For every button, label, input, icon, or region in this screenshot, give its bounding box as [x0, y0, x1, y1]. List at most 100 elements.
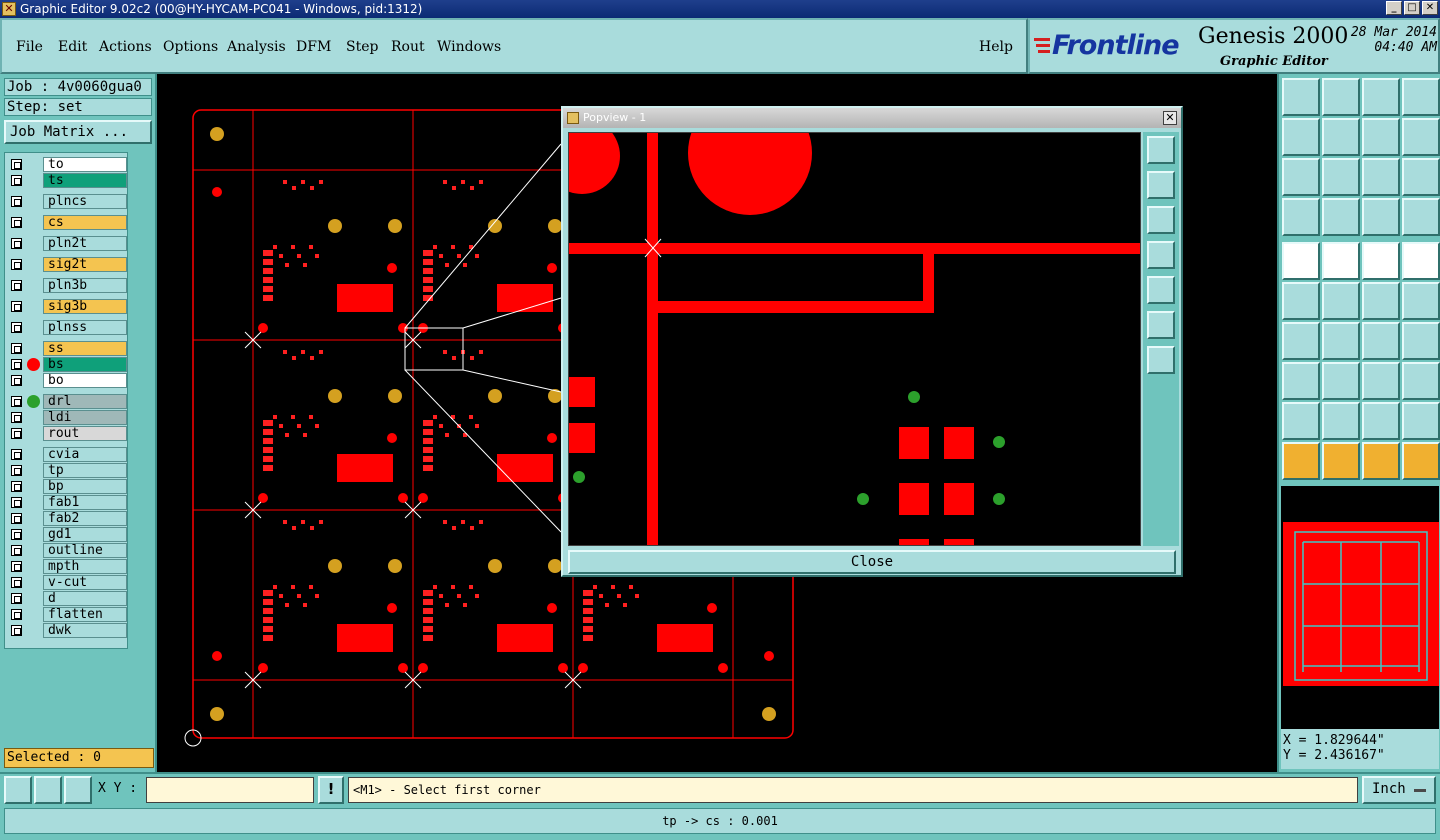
layer-checkbox[interactable]	[11, 449, 22, 460]
grid-mode-icon[interactable]	[64, 776, 92, 804]
menu-analysis[interactable]: Analysis	[227, 39, 286, 55]
layer-row-cvia[interactable]: cvia	[7, 447, 127, 462]
triangle-icon[interactable]	[1282, 402, 1320, 440]
popview-pan-down-icon[interactable]	[1147, 206, 1175, 234]
layer-checkbox[interactable]	[11, 301, 22, 312]
menu-dfm[interactable]: DFM	[296, 39, 331, 55]
layer-row-fab1[interactable]: fab1	[7, 495, 127, 510]
angle-icon[interactable]	[1282, 322, 1320, 360]
shape-icon[interactable]	[1402, 362, 1440, 400]
popview-zoom-fit-icon[interactable]	[1147, 136, 1175, 164]
layer-checkbox[interactable]	[11, 513, 22, 524]
layer-row-d[interactable]: d	[7, 591, 127, 606]
settings-icon[interactable]	[1282, 198, 1320, 236]
triangle-cross-icon[interactable]	[1402, 402, 1440, 440]
fit-icon[interactable]	[1282, 158, 1320, 196]
layer-checkbox[interactable]	[11, 396, 22, 407]
zoom-home-icon[interactable]	[1282, 78, 1320, 116]
xy-input[interactable]	[146, 777, 314, 803]
layer-checkbox[interactable]	[11, 217, 22, 228]
popview-viewport[interactable]	[544, 91, 1141, 546]
popview-pan-left-icon[interactable]	[1147, 241, 1175, 269]
layer-checkbox[interactable]	[11, 545, 22, 556]
layer-row-ts[interactable]: ts	[7, 173, 127, 188]
connect-icon[interactable]	[1282, 282, 1320, 320]
line-icon[interactable]	[1322, 322, 1360, 360]
layer-row-plncs[interactable]: plncs	[7, 194, 127, 209]
pointer-box-icon[interactable]	[1322, 442, 1360, 480]
layer-checkbox[interactable]	[11, 280, 22, 291]
menu-options[interactable]: Options	[163, 39, 218, 55]
route-icon[interactable]	[1402, 442, 1440, 480]
layer-row-sig2t[interactable]: sig2t	[7, 257, 127, 272]
menu-file[interactable]: File	[16, 39, 43, 55]
menu-step[interactable]: Step	[346, 39, 378, 55]
move-alt-icon[interactable]	[1402, 282, 1440, 320]
layer-checkbox[interactable]	[11, 159, 22, 170]
units-dropdown[interactable]: Inch	[1362, 776, 1436, 804]
layer-row-ldi[interactable]: ldi	[7, 410, 127, 425]
measure-icon[interactable]	[1362, 362, 1400, 400]
layer-row-drl[interactable]: drl	[7, 394, 127, 409]
center-icon[interactable]	[1322, 158, 1360, 196]
select-icon[interactable]	[1282, 362, 1320, 400]
edit-shape-icon[interactable]	[1322, 242, 1360, 280]
menu-rout[interactable]: Rout	[391, 39, 425, 55]
pan-right-icon[interactable]	[1322, 118, 1360, 156]
menu-help[interactable]: Help	[979, 39, 1013, 55]
snapshot-icon[interactable]	[1282, 242, 1320, 280]
maximize-button[interactable]: □	[1404, 1, 1420, 15]
layer-row-mpth[interactable]: mpth	[7, 559, 127, 574]
layer-row-outline[interactable]: outline	[7, 543, 127, 558]
layer-checkbox[interactable]	[11, 375, 22, 386]
layer-row-tp[interactable]: tp	[7, 463, 127, 478]
layer-checkbox[interactable]	[11, 428, 22, 439]
split-icon[interactable]	[1402, 322, 1440, 360]
home-icon[interactable]	[1362, 78, 1400, 116]
layer-checkbox[interactable]	[11, 322, 22, 333]
layer-row-plnss[interactable]: plnss	[7, 320, 127, 335]
layer-checkbox[interactable]	[11, 259, 22, 270]
layer-row-sig3b[interactable]: sig3b	[7, 299, 127, 314]
layer-checkbox[interactable]	[11, 359, 22, 370]
job-matrix-button[interactable]: Job Matrix ...	[4, 120, 152, 144]
alert-button[interactable]: !	[318, 776, 344, 804]
layer-checkbox[interactable]	[11, 529, 22, 540]
close-button[interactable]: ✕	[1422, 1, 1438, 15]
layers-color-icon[interactable]	[1362, 198, 1400, 236]
layer-checkbox[interactable]	[11, 561, 22, 572]
layer-checkbox[interactable]	[11, 625, 22, 636]
cut-icon[interactable]	[1322, 362, 1360, 400]
layer-checkbox[interactable]	[11, 577, 22, 588]
layer-checkbox[interactable]	[11, 175, 22, 186]
popview-close-icon[interactable]: ✕	[1163, 111, 1177, 125]
minimize-button[interactable]: _	[1386, 1, 1402, 15]
pointer-alt-icon[interactable]	[1362, 442, 1400, 480]
popview-pan-right-icon[interactable]	[1147, 276, 1175, 304]
overview-map[interactable]	[1281, 486, 1439, 738]
layer-checkbox[interactable]	[11, 196, 22, 207]
popview-zoom-in-icon[interactable]	[1147, 311, 1175, 339]
triangle-alt-icon[interactable]	[1322, 402, 1360, 440]
layer-row-to[interactable]: to	[7, 157, 127, 172]
layers-color-alt-icon[interactable]	[1402, 198, 1440, 236]
pointer-icon[interactable]	[1282, 442, 1320, 480]
layer-row-flatten[interactable]: flatten	[7, 607, 127, 622]
layer-row-pln3b[interactable]: pln3b	[7, 278, 127, 293]
title-bar[interactable]: ✕ Graphic Editor 9.02c2 (00@HY-HYCAM-PC0…	[0, 0, 1440, 18]
zoom-down-icon[interactable]	[1322, 78, 1360, 116]
layer-row-fab2[interactable]: fab2	[7, 511, 127, 526]
menu-edit[interactable]: Edit	[58, 39, 87, 55]
redraw-icon[interactable]	[1402, 118, 1440, 156]
popview-zoom-out-icon[interactable]	[1147, 346, 1175, 374]
layer-row-bo[interactable]: bo	[7, 373, 127, 388]
layer-row-cs[interactable]: cs	[7, 215, 127, 230]
pan-left-icon[interactable]	[1282, 118, 1320, 156]
angle-mode-icon[interactable]	[34, 776, 62, 804]
layer-checkbox[interactable]	[11, 465, 22, 476]
layer-row-gd1[interactable]: gd1	[7, 527, 127, 542]
grid-icon[interactable]	[1322, 198, 1360, 236]
layer-row-rout[interactable]: rout	[7, 426, 127, 441]
layer-row-dwk[interactable]: dwk	[7, 623, 127, 638]
layer-row-v-cut[interactable]: v-cut	[7, 575, 127, 590]
